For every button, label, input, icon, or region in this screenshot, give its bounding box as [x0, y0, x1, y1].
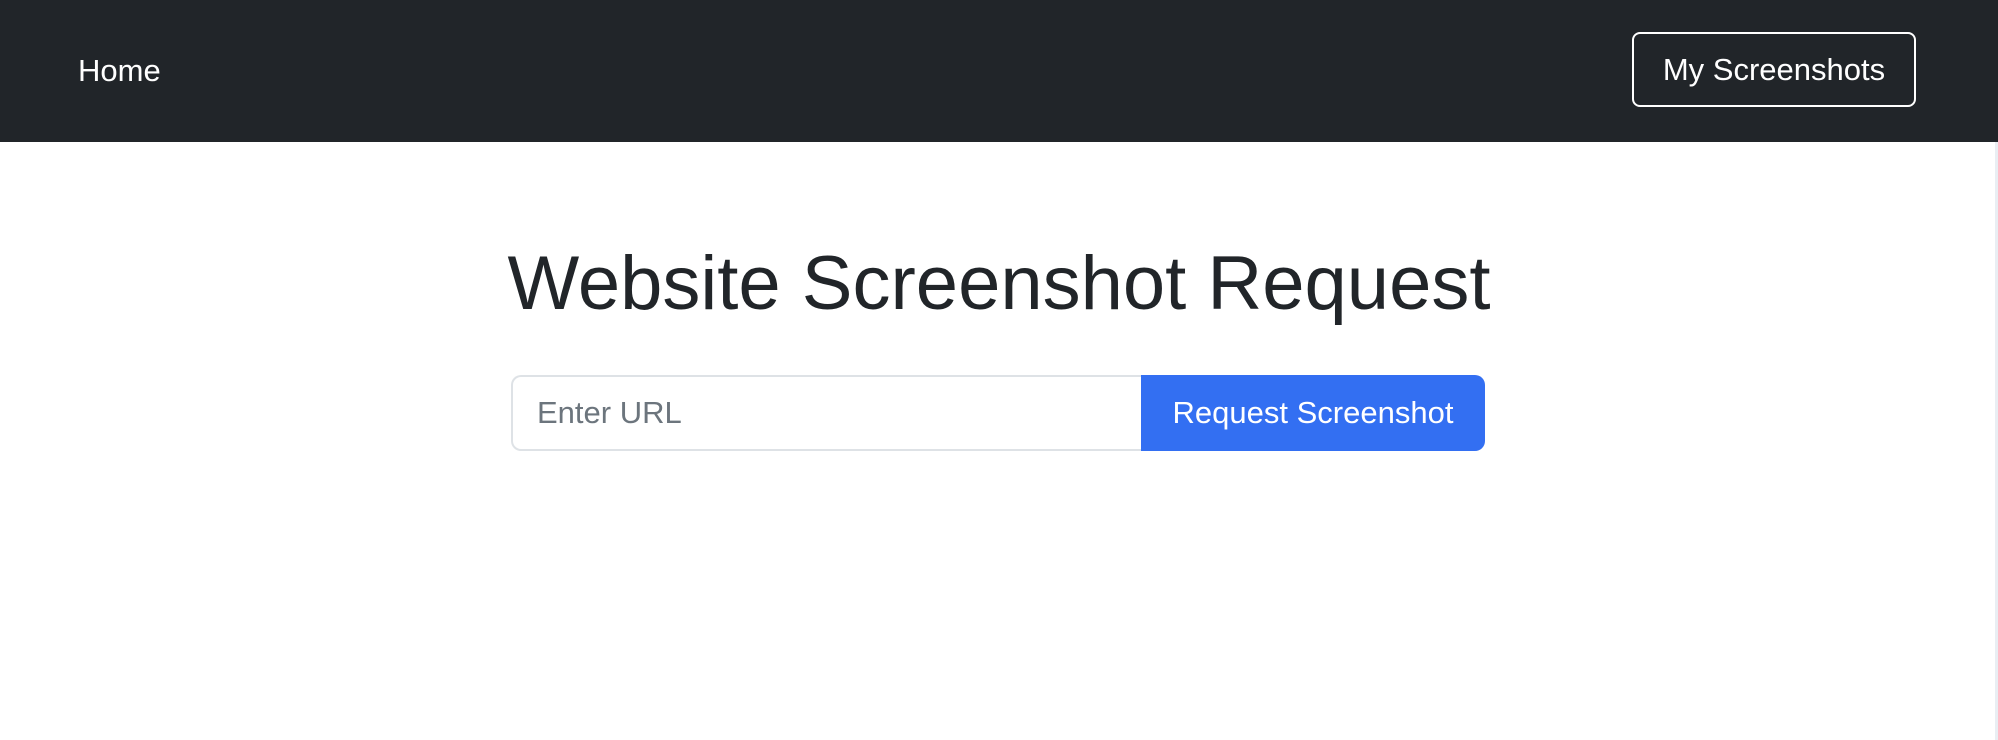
url-input[interactable]: [511, 375, 1141, 451]
my-screenshots-button[interactable]: My Screenshots: [1632, 32, 1916, 107]
page: Home My Screenshots Website Screenshot R…: [0, 0, 1998, 740]
request-screenshot-button[interactable]: Request Screenshot: [1141, 375, 1485, 451]
screenshot-request-form: Request Screenshot: [511, 375, 1485, 451]
home-link[interactable]: Home: [78, 47, 161, 95]
page-title: Website Screenshot Request: [507, 241, 1491, 326]
navbar: Home My Screenshots: [0, 0, 1998, 142]
